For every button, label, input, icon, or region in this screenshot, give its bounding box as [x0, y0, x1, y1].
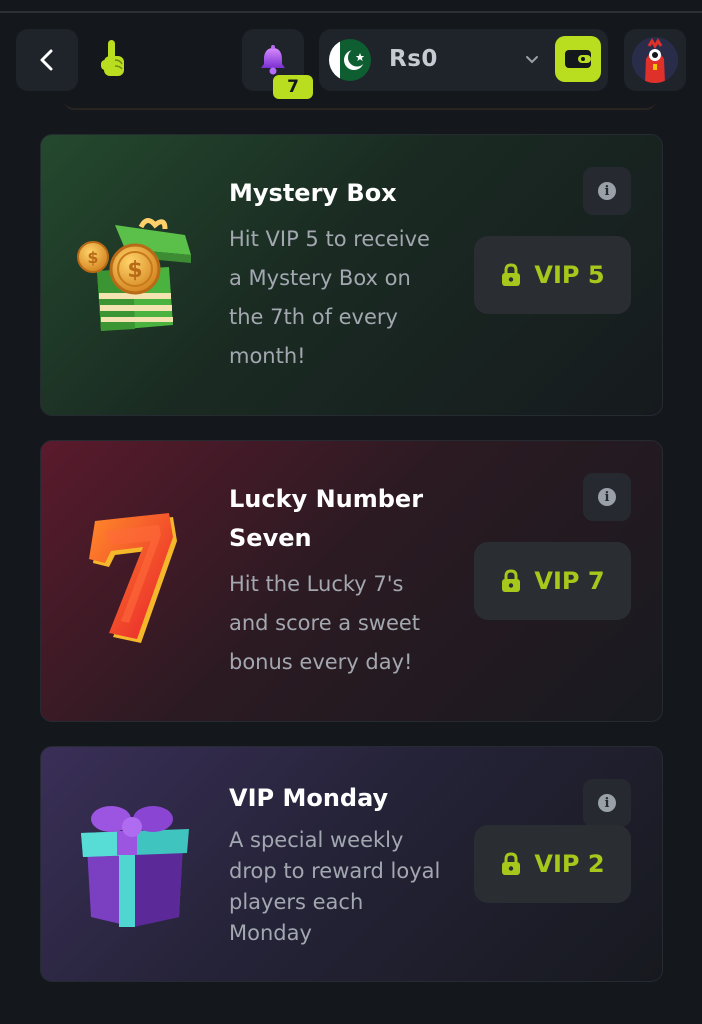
vip-level-label: VIP 5: [534, 261, 605, 289]
vip-lock-button[interactable]: VIP 2: [474, 825, 631, 903]
card-description: Hit the Lucky 7's and score a sweet bonu…: [229, 572, 421, 674]
reward-card-vip-monday: VIP Monday A special weekly drop to rewa…: [40, 746, 663, 982]
wallet-icon: [565, 50, 591, 68]
card-title: Mystery Box: [229, 179, 397, 207]
vip-level-label: VIP 2: [534, 850, 605, 878]
lucky-seven-icon: [89, 513, 177, 643]
profile-button[interactable]: [624, 29, 686, 91]
lock-icon: [502, 263, 521, 286]
card-description: Hit VIP 5 to receive a Mystery Box on th…: [229, 227, 430, 368]
info-button[interactable]: i: [583, 167, 631, 215]
top-bar: 7 Rs0: [0, 0, 702, 100]
balance-amount: Rs0: [389, 46, 438, 72]
svg-text:$: $: [127, 258, 142, 283]
card-title: VIP Monday: [229, 784, 389, 812]
chevron-down-icon[interactable]: [524, 51, 540, 67]
vip-lock-button[interactable]: VIP 5: [474, 236, 631, 314]
notification-count-badge: 7: [273, 75, 313, 99]
vip-lock-button[interactable]: VIP 7: [474, 542, 631, 620]
balance-selector[interactable]: Rs0: [319, 29, 608, 91]
lock-icon: [502, 569, 521, 592]
avatar: [632, 37, 678, 83]
chevron-left-icon: [40, 49, 53, 71]
lock-icon: [502, 852, 521, 875]
svg-text:$: $: [87, 248, 98, 267]
mystery-box-icon: $ $: [77, 218, 191, 331]
bell-icon: [261, 45, 285, 75]
pakistan-flag-icon: [329, 39, 371, 81]
card-description: A special weekly drop to reward loyal pl…: [229, 828, 441, 945]
card-title: Lucky Number Seven: [229, 485, 424, 552]
info-button[interactable]: i: [583, 779, 631, 827]
gift-box-icon: [81, 806, 189, 927]
info-icon: i: [598, 182, 616, 200]
wallet-button[interactable]: [555, 36, 601, 82]
info-icon: i: [598, 488, 616, 506]
reward-card-mystery-box: $ $ Mystery Box Hit VIP 5 to receive a M…: [40, 134, 663, 416]
previous-card-edge: [64, 100, 656, 110]
info-icon: i: [598, 794, 616, 812]
vip-level-label: VIP 7: [534, 567, 605, 595]
back-button[interactable]: [16, 29, 78, 91]
info-button[interactable]: i: [583, 473, 631, 521]
pointing-hand-icon[interactable]: [96, 38, 132, 82]
reward-card-lucky-seven: Lucky Number Seven Hit the Lucky 7's and…: [40, 440, 663, 722]
